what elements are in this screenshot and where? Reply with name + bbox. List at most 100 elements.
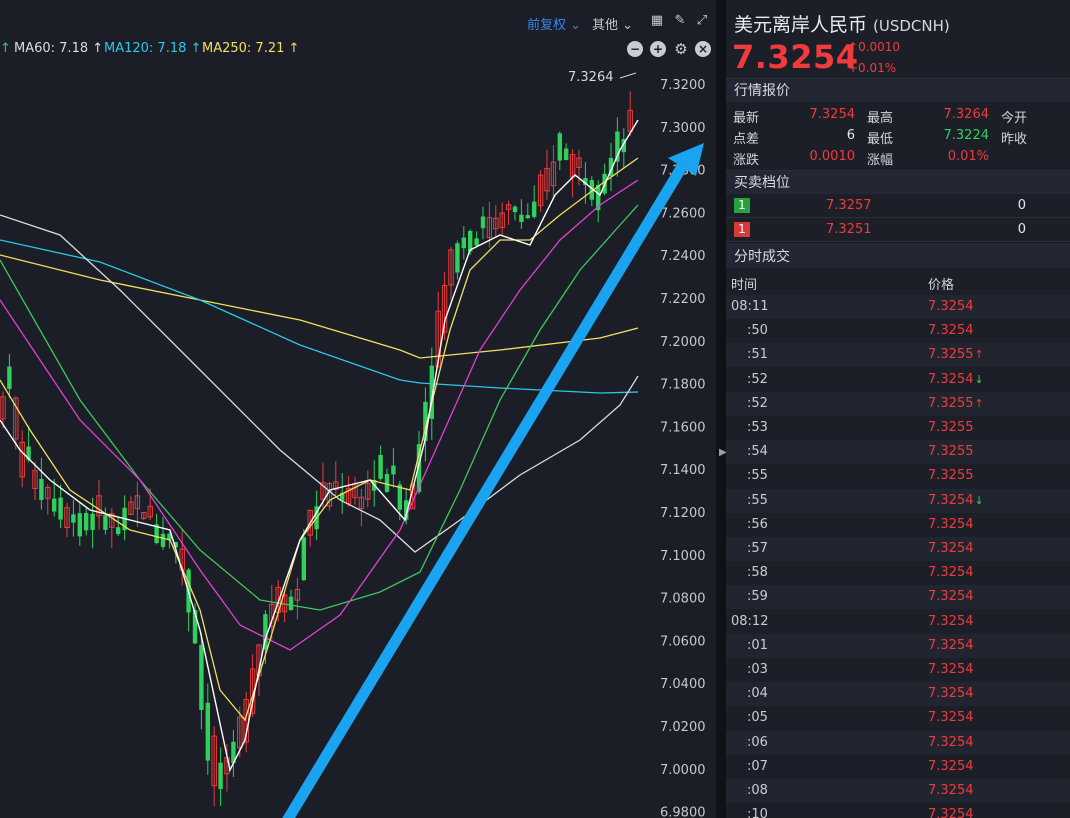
expand-icon[interactable]: ⤢ (694, 13, 710, 29)
price-axis-label: 7.2600 (660, 206, 706, 221)
close-icon[interactable]: × (695, 41, 711, 57)
candle (461, 237, 466, 249)
tick-price-value: 7.3255 (928, 347, 974, 363)
tick-price: 7.3254 (928, 517, 974, 532)
tick-time: :01 (747, 637, 768, 653)
candle (7, 366, 12, 389)
tick-price: 7.3254 (928, 299, 974, 314)
candle (90, 513, 95, 530)
tick-price-value: 7.3254 (928, 323, 974, 339)
tick-row: :03 7.3254 (726, 658, 1070, 682)
quote-panel: 美元离岸人民币 (USDCNH) 7.3254 ↑0.0010 +0.01% 行情… (726, 0, 1070, 818)
tick-price: 7.3254 (928, 686, 974, 701)
candle (39, 478, 44, 500)
tick-row: :05 7.3254 (726, 706, 1070, 730)
tick-price: 7.3254↓ (928, 372, 984, 387)
price-axis-label: 7.1800 (660, 378, 706, 393)
other-dropdown[interactable]: 其他 ⌄ (592, 14, 633, 33)
ma120-indicator: MA120: 7.18 ↑ (104, 41, 201, 56)
up-arrow-icon: ↑ (974, 348, 984, 362)
tick-price: 7.3254 (928, 589, 974, 604)
candle (512, 206, 518, 213)
price-axis-label: 7.1000 (660, 549, 706, 564)
tick-price-value: 7.3254 (928, 637, 974, 653)
tick-row: :56 7.3254 (726, 513, 1070, 537)
candle (525, 215, 530, 219)
trend-arrow (282, 162, 688, 818)
price-axis-label: 7.1600 (660, 420, 706, 435)
tick-row: :50 7.3254 (726, 319, 1070, 343)
price-axis-label: 6.9800 (660, 806, 706, 818)
section-quote-header: 行情报价 (726, 78, 1070, 102)
tick-price-value: 7.3254 (928, 516, 974, 532)
level-badge: 1 (734, 198, 750, 213)
up-arrow-icon: ↑ (848, 40, 859, 54)
tick-time: :53 (747, 420, 768, 435)
latest-value: 7.3254 (809, 107, 856, 122)
tick-row: :06 7.3254 (726, 730, 1070, 755)
orderbook-volume: 0 (1017, 198, 1026, 213)
other-label: 其他 (592, 18, 619, 33)
ma120-arrow: ↑ (190, 41, 202, 56)
tick-price-value: 7.3254 (928, 662, 974, 677)
plus-icon[interactable]: + (650, 41, 666, 57)
tick-row: :10 7.3254 (726, 803, 1070, 818)
grid-icon[interactable]: ▦ (649, 13, 665, 29)
tick-row: :59 7.3254 (726, 585, 1070, 610)
chg-label: 涨跌 (733, 153, 760, 168)
tick-time: :59 (747, 589, 768, 605)
price-axis-label: 7.0000 (660, 763, 706, 778)
tick-time: :50 (747, 323, 768, 339)
candle (519, 214, 524, 222)
candle (301, 537, 306, 581)
price-axis-label: 7.2400 (660, 249, 706, 264)
tick-price-value: 7.3254 (928, 371, 974, 387)
tick-time: :55 (747, 468, 768, 484)
candle (71, 514, 76, 523)
ma120-label: MA120: 7.18 (104, 41, 187, 56)
candle (77, 513, 82, 537)
adjust-dropdown[interactable]: 前复权 ⌄ (527, 14, 581, 33)
tick-price: 7.3254 (928, 323, 974, 338)
tick-price-value: 7.3254 (928, 710, 974, 726)
kline-chart-area[interactable]: 前复权 ⌄ 其他 ⌄ ▦ ✎ ⤢ ↑ MA60: 7.18 ↑ MA120: 7… (0, 0, 716, 818)
ma60-line (0, 214, 639, 553)
chgpct-value: 0.01% (947, 149, 989, 164)
minus-icon[interactable]: − (627, 41, 643, 57)
candle (564, 148, 569, 161)
tick-price-value: 7.3254 (928, 589, 974, 605)
prevclose-label: 昨收 (1001, 132, 1028, 147)
candle (455, 243, 460, 273)
low-label: 最低 (867, 132, 894, 147)
candlestick-plot[interactable]: 7.32007.30007.28007.26007.24007.22007.20… (0, 60, 716, 818)
max-marker-pointer (619, 72, 637, 79)
tick-time: :52 (747, 395, 768, 411)
pen-icon[interactable]: ✎ (672, 13, 688, 29)
candle (84, 512, 89, 531)
ma250-label: MA250: 7.21 (202, 41, 285, 56)
candle (103, 515, 108, 530)
tick-price-value: 7.3255 (928, 420, 974, 435)
tick-row: 08:12 7.3254 (726, 610, 1070, 634)
high-value: 7.3264 (943, 107, 990, 122)
candle (52, 498, 57, 512)
section-ticks-header: 分时成交 (726, 244, 1070, 268)
tick-price: 7.3255 (928, 420, 974, 435)
panel-divider[interactable] (716, 0, 726, 818)
tick-row: :58 7.3254 (726, 561, 1070, 585)
gear-icon[interactable]: ⚙ (673, 41, 689, 57)
candle (474, 238, 479, 246)
low-value: 7.3224 (943, 128, 990, 143)
high-label: 最高 (867, 111, 894, 126)
candle (557, 133, 562, 161)
ticks-table-header: 时间 价格 (726, 270, 1070, 294)
adjust-label: 前复权 (527, 18, 567, 33)
tick-time: :05 (747, 710, 768, 726)
tick-row: :51 7.3255↑ (726, 343, 1070, 368)
ma60-arrow: ↑ (92, 41, 104, 56)
candle (199, 644, 204, 710)
tick-price-value: 7.3255 (928, 395, 974, 411)
instrument-title: 美元离岸人民币 (USDCNH) (734, 10, 950, 37)
tick-price: 7.3254 (928, 759, 974, 774)
tick-price: 7.3254↓ (928, 493, 984, 508)
